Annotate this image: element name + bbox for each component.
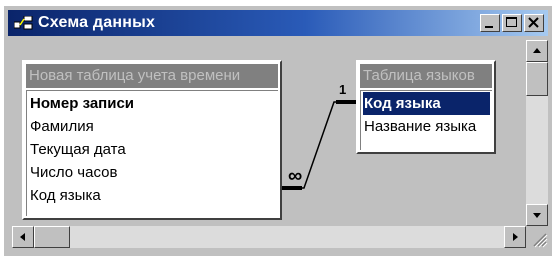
arrow-up-icon (533, 48, 541, 53)
field-item[interactable]: Номер записи (30, 92, 134, 115)
table-languages[interactable]: Таблица языков Код языка Название языка (356, 60, 496, 154)
minimize-button[interactable] (480, 14, 500, 32)
diagram-area[interactable]: 1 ∞ Новая таблица учета времени Номер за… (12, 40, 526, 226)
relationship-one-label: 1 (339, 82, 347, 97)
field-item[interactable]: Код языка (30, 184, 101, 207)
field-list[interactable]: Код языка Название языка (360, 90, 492, 150)
table-title[interactable]: Новая таблица учета времени (26, 64, 278, 88)
relationships-icon (14, 16, 33, 30)
close-icon (528, 17, 539, 28)
resize-grip[interactable] (526, 226, 548, 248)
arrow-left-icon (20, 233, 25, 241)
vertical-scroll-thumb[interactable] (526, 62, 548, 96)
field-item[interactable]: Название языка (364, 115, 476, 138)
arrow-down-icon (533, 213, 541, 218)
table-title[interactable]: Таблица языков (360, 64, 492, 88)
scroll-right-button[interactable] (504, 226, 526, 248)
vertical-scrollbar[interactable] (526, 40, 548, 226)
field-item[interactable]: Код языка (363, 92, 490, 115)
field-list[interactable]: Номер записи Фамилия Текущая дата Число … (26, 90, 278, 216)
scroll-up-button[interactable] (526, 40, 548, 62)
close-button[interactable] (524, 14, 544, 32)
window-title: Схема данных (38, 14, 156, 31)
maximize-icon (506, 17, 517, 27)
scroll-down-button[interactable] (526, 204, 548, 226)
horizontal-scroll-thumb[interactable] (34, 226, 70, 248)
field-item[interactable]: Текущая дата (30, 138, 126, 161)
arrow-right-icon (513, 233, 518, 241)
minimize-icon (485, 26, 493, 28)
resize-grip-icon (533, 233, 548, 248)
maximize-button[interactable] (502, 14, 522, 32)
horizontal-scrollbar[interactable] (12, 226, 526, 248)
table-time-tracking[interactable]: Новая таблица учета времени Номер записи… (22, 60, 282, 220)
scroll-left-button[interactable] (12, 226, 34, 248)
field-item[interactable]: Фамилия (30, 115, 94, 138)
relationship-many-label: ∞ (288, 165, 303, 187)
field-item[interactable]: Число часов (30, 161, 117, 184)
